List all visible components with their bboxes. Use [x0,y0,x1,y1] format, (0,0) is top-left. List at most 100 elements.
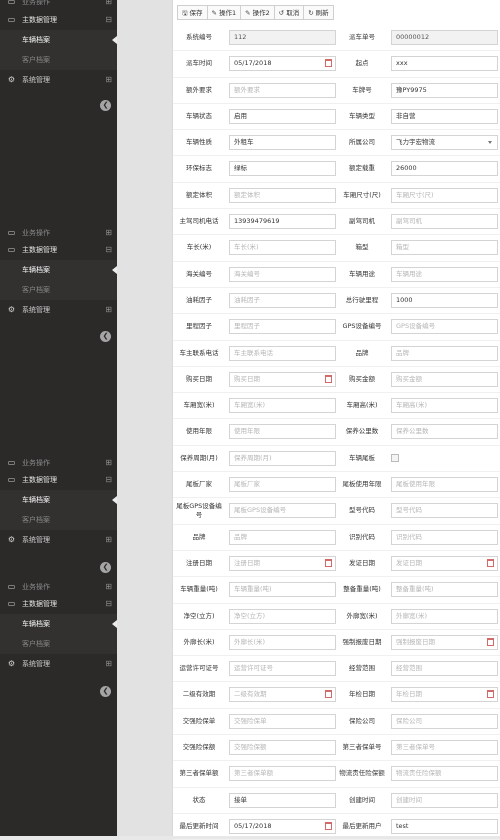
sidebar-item-system[interactable]: ⚙ 系统管理 ⊞ [0,300,117,320]
expand-icon[interactable]: ⊞ [105,0,112,6]
text-field[interactable]: 尾板GPS设备编号 [229,503,336,519]
text-field[interactable]: 第三者保单号 [391,740,498,756]
sidebar-collapse-icon[interactable]: ❮ [100,331,111,342]
calendar-icon[interactable] [325,59,332,68]
op2-button[interactable]: ✎ 操作2 [240,5,275,20]
text-field[interactable]: 品牌 [391,345,498,361]
text-field[interactable]: 车主联系电话 [229,345,336,361]
expand-icon[interactable]: ⊞ [105,580,112,594]
sidebar-item-customer-file[interactable]: 客户档案 [0,634,117,654]
checkbox[interactable] [391,453,399,462]
text-field[interactable]: 豫PY9975 [391,82,498,98]
text-field[interactable]: 副驾司机 [391,214,498,230]
text-field[interactable]: 识别代码 [391,529,498,545]
sidebar-item-master[interactable]: ▭ 主数据管理 ⊟ [0,470,117,490]
sidebar-item-master[interactable]: ▭ 主数据管理 ⊟ [0,240,117,260]
text-field[interactable]: 00000012 [391,30,498,45]
sidebar-collapse-icon[interactable]: ❮ [100,100,111,111]
text-field[interactable]: 外廓宽(米) [391,608,498,624]
text-field[interactable]: 112 [229,30,336,45]
date-field[interactable]: 注册日期 [229,555,336,571]
text-field[interactable]: 创建时间 [391,792,498,808]
sidebar-item-ops[interactable]: ▭ 业务操作 ⊞ [0,456,117,470]
calendar-icon[interactable] [487,637,494,646]
text-field[interactable]: 油耗因子 [229,292,336,308]
text-field[interactable]: GPS设备编号 [391,319,498,335]
text-field[interactable]: 保养公里数 [391,424,498,440]
sidebar-collapse-icon[interactable]: ❮ [100,562,111,573]
sidebar-item-customer-file[interactable]: 客户档案 [0,50,117,70]
collapse-icon[interactable]: ⊟ [105,240,112,260]
text-field[interactable]: 经营范围 [391,661,498,677]
chevron-down-icon[interactable] [488,141,492,145]
expand-icon[interactable]: ⊞ [105,70,112,90]
date-field[interactable]: 购买日期 [229,371,336,387]
text-field[interactable]: 购买金额 [391,371,498,387]
sidebar-item-master[interactable]: ▭ 主数据管理 ⊟ [0,10,117,30]
date-field[interactable]: 发证日期 [391,555,498,571]
expand-icon[interactable]: ⊞ [105,530,112,550]
text-field[interactable]: 交强险保额 [229,740,336,756]
refresh-button[interactable]: ↻ 刷新 [303,5,334,20]
text-field[interactable]: 外廓长(米) [229,634,336,650]
sidebar-item-customer-file[interactable]: 客户档案 [0,510,117,530]
sidebar-item-ops[interactable]: ▭ 业务操作 ⊞ [0,580,117,594]
text-field[interactable]: 型号代码 [391,503,498,519]
text-field[interactable]: 箱型 [391,240,498,256]
text-field[interactable]: 车辆用途 [391,266,498,282]
expand-icon[interactable]: ⊞ [105,654,112,674]
sidebar-item-system[interactable]: ⚙ 系统管理 ⊞ [0,530,117,550]
text-field[interactable]: 车厢尺寸(尺) [391,187,498,203]
sidebar-item-master[interactable]: ▭ 主数据管理 ⊟ [0,594,117,614]
text-field[interactable]: 额外要求 [229,82,336,98]
text-field[interactable]: 交强险保单 [229,713,336,729]
save-button[interactable]: 🖫 保存 [177,5,208,20]
text-field[interactable]: 物流责任险保额 [391,766,498,782]
text-field[interactable]: 净空(立方) [229,608,336,624]
text-field[interactable]: 车厢宽(米) [229,398,336,414]
text-field[interactable]: 接单 [229,792,336,808]
text-field[interactable]: 第三者保单额 [229,766,336,782]
date-field[interactable]: 05/17/2018 [229,56,336,72]
sidebar-item-vehicle-file[interactable]: 车辆档案 [0,30,117,50]
date-field[interactable]: 二级有效期 [229,687,336,703]
calendar-icon[interactable] [325,558,332,567]
collapse-icon[interactable]: ⊟ [105,10,112,30]
date-field[interactable]: 强制报废日期 [391,634,498,650]
collapse-icon[interactable]: ⊟ [105,470,112,490]
expand-icon[interactable]: ⊞ [105,300,112,320]
sidebar-collapse-icon[interactable]: ❮ [100,686,111,697]
text-field[interactable]: 非自营 [391,108,498,124]
text-field[interactable]: 海关编号 [229,266,336,282]
cancel-button[interactable]: ↺ 取消 [273,5,305,20]
expand-icon[interactable]: ⊞ [105,226,112,240]
text-field[interactable]: 整备重量(吨) [391,582,498,598]
text-field[interactable]: 绿标 [229,161,336,177]
select-field[interactable]: 飞力宇宏物流 [391,135,498,151]
date-field[interactable]: 05/17/2018 [229,818,336,834]
text-field[interactable]: 里程因子 [229,319,336,335]
sidebar-item-system[interactable]: ⚙ 系统管理 ⊞ [0,70,117,90]
sidebar-item-ops[interactable]: ▭ 业务操作 ⊞ [0,0,117,10]
text-field[interactable]: 额定体积 [229,187,336,203]
sidebar-item-ops[interactable]: ▭ 业务操作 ⊞ [0,226,117,240]
text-field[interactable]: 尾板厂家 [229,477,336,493]
text-field[interactable]: 保险公司 [391,713,498,729]
collapse-icon[interactable]: ⊟ [105,594,112,614]
text-field[interactable]: 启用 [229,108,336,124]
calendar-icon[interactable] [487,690,494,699]
text-field[interactable]: xxx [391,56,498,72]
text-field[interactable]: 品牌 [229,529,336,545]
calendar-icon[interactable] [325,821,332,830]
calendar-icon[interactable] [325,374,332,383]
text-field[interactable]: 13939479619 [229,214,336,230]
sidebar-item-vehicle-file[interactable]: 车辆档案 [0,614,117,634]
calendar-icon[interactable] [487,558,494,567]
sidebar-item-system[interactable]: ⚙ 系统管理 ⊞ [0,654,117,674]
text-field[interactable]: 车辆重量(吨) [229,582,336,598]
text-field[interactable]: 车厢高(米) [391,398,498,414]
text-field[interactable]: 车长(米) [229,240,336,256]
calendar-icon[interactable] [325,690,332,699]
sidebar-item-customer-file[interactable]: 客户档案 [0,280,117,300]
text-field[interactable]: 尾板使用年限 [391,477,498,493]
